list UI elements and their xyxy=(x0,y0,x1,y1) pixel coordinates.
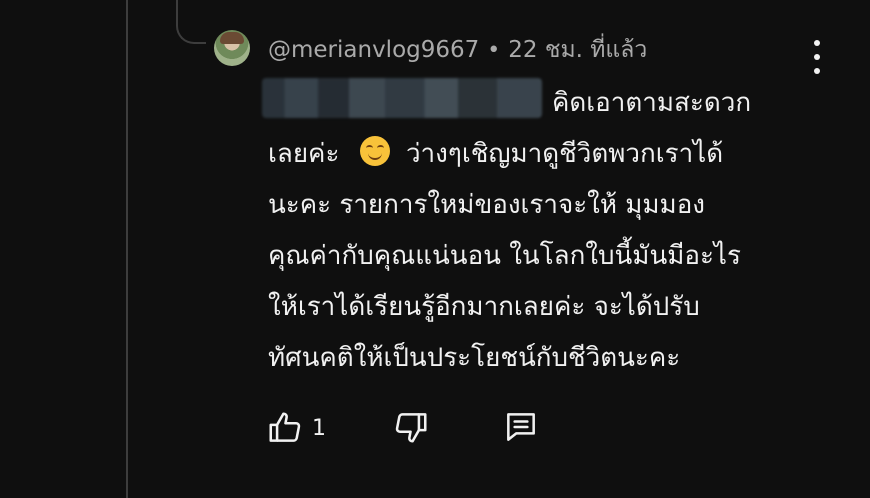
comment-line: ทัศนคติให้เป็นประโยชน์กับชีวิตนะคะ xyxy=(268,343,681,373)
more-vertical-icon[interactable] xyxy=(808,40,826,74)
reply-button[interactable] xyxy=(502,408,540,446)
thumbs-up-icon xyxy=(269,412,301,442)
comment-header: @merianvlog9667 • 22 ชม. ที่แล้ว xyxy=(268,34,647,66)
like-count: 1 xyxy=(312,415,326,441)
comment-line: เลยค่ะ ว่างๆเชิญมาดูชีวิตพวกเราได้ xyxy=(268,129,828,180)
dislike-button[interactable] xyxy=(392,408,430,446)
timestamp[interactable]: 22 ชม. ที่แล้ว xyxy=(508,32,647,68)
comment-text: คิดเอาตามสะดวก เลยค่ะ ว่างๆเชิญมาดูชีวิต… xyxy=(268,78,828,384)
comment-line: คิดเอาตามสะดวก xyxy=(552,88,752,118)
comment-line-part: เลยค่ะ xyxy=(268,139,348,169)
reply-connector xyxy=(176,0,206,44)
separator-dot: • xyxy=(487,37,501,63)
smiling-face-emoji-icon xyxy=(359,136,390,166)
comment-actions: 1 xyxy=(266,408,535,448)
thumbs-down-icon xyxy=(395,413,427,443)
comment-line-part: ว่างๆเชิญมาดูชีวิตพวกเราได้ xyxy=(405,139,724,169)
author-name[interactable]: @merianvlog9667 xyxy=(268,37,479,63)
avatar[interactable] xyxy=(214,30,250,66)
comment-line: ให้เราได้เรียนรู้อีกมากเลยค่ะ จะได้ปรับ xyxy=(268,292,700,322)
comment-line: คุณค่ากับคุณแน่นอน ในโลกใบนี้มันมีอะไร xyxy=(268,241,741,271)
thread-line xyxy=(126,0,128,498)
comment-line: นะคะ รายการใหม่ของเราจะให้ มุมมอง xyxy=(268,190,705,220)
like-button[interactable]: 1 xyxy=(266,409,326,447)
comment-reply-icon xyxy=(507,413,535,441)
